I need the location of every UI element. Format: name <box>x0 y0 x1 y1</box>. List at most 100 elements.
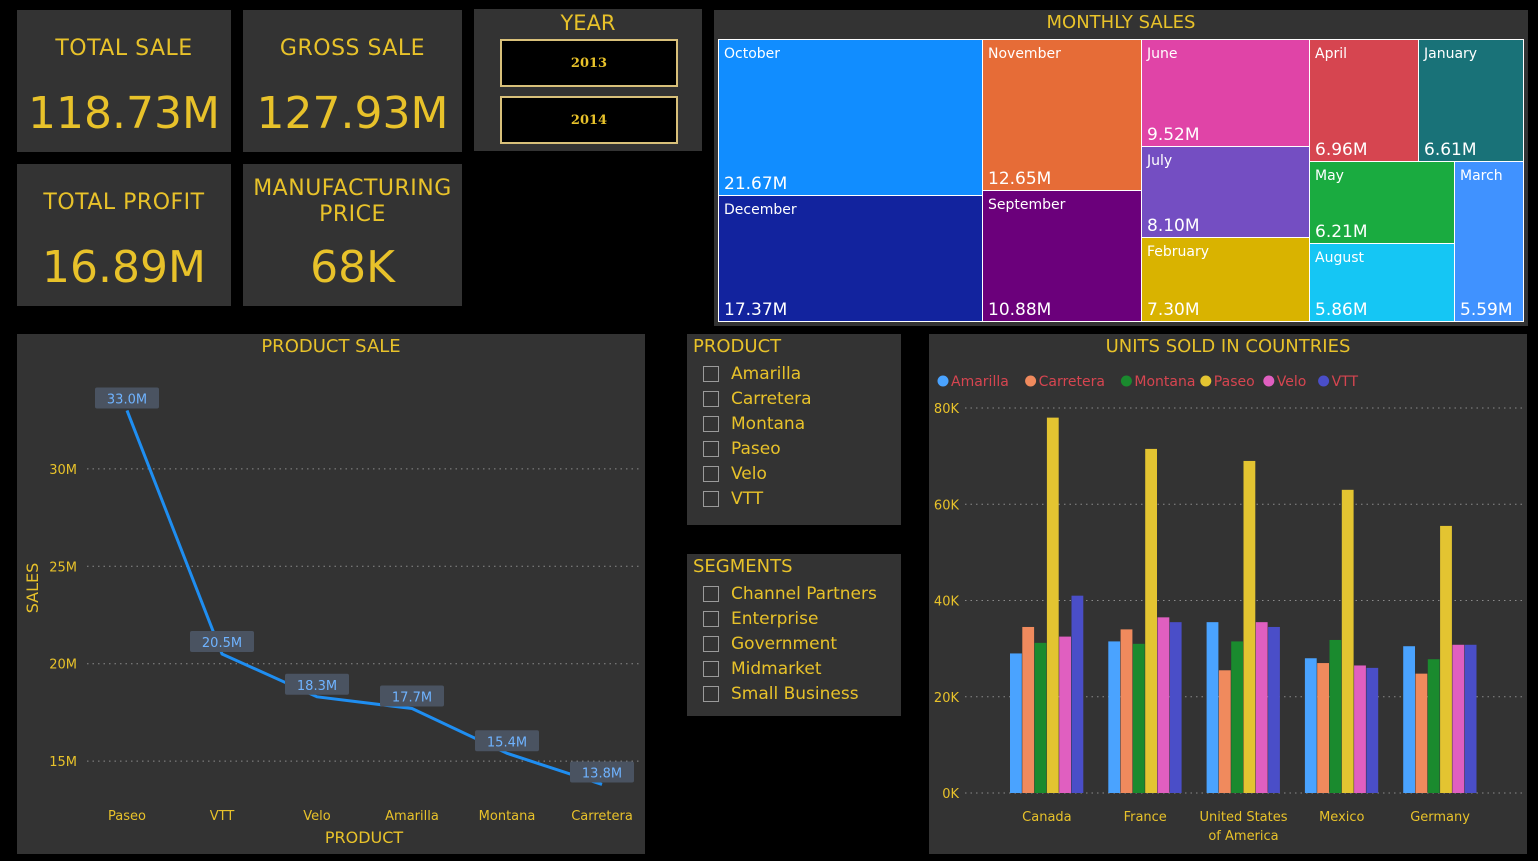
segment-option-midmarket[interactable]: Midmarket <box>703 659 822 679</box>
legend-label[interactable]: Paseo <box>1214 374 1255 390</box>
treemap-tile-october[interactable]: October 21.67M <box>718 39 983 196</box>
checkbox[interactable] <box>703 491 719 507</box>
bar[interactable] <box>1108 641 1121 793</box>
bar[interactable] <box>1403 646 1415 793</box>
tile-value: 8.10M <box>1147 216 1200 236</box>
legend-label[interactable]: Carretera <box>1039 374 1105 390</box>
product-option-velo[interactable]: Velo <box>703 464 767 484</box>
bar[interactable] <box>1132 643 1145 793</box>
bar[interactable] <box>1120 629 1133 793</box>
y-tick-label: 20M <box>49 658 77 673</box>
bar[interactable] <box>1059 636 1071 793</box>
bar[interactable] <box>1218 670 1231 793</box>
bar[interactable] <box>1304 658 1317 793</box>
y-tick-label: 0K <box>942 787 959 802</box>
treemap-tile-july[interactable]: July 8.10M <box>1141 146 1310 238</box>
legend-label[interactable]: Montana <box>1134 374 1195 390</box>
kpi-label: TOTAL PROFIT <box>43 190 205 215</box>
segment-option-enterprise[interactable]: Enterprise <box>703 609 818 629</box>
treemap-tile-august[interactable]: August 5.86M <box>1309 243 1455 322</box>
product-option-carretera[interactable]: Carretera <box>703 389 812 409</box>
bar[interactable] <box>1341 489 1354 793</box>
bar[interactable] <box>1464 644 1477 793</box>
checkbox[interactable] <box>703 366 719 382</box>
bar[interactable] <box>1329 639 1342 793</box>
bar[interactable] <box>1157 617 1170 793</box>
data-label: 13.8M <box>582 766 622 781</box>
bar[interactable] <box>1145 448 1157 793</box>
tile-value: 5.59M <box>1460 300 1513 320</box>
treemap-tile-may[interactable]: May 6.21M <box>1309 161 1455 244</box>
bar[interactable] <box>1255 622 1268 793</box>
y-tick-label: 80K <box>934 402 960 417</box>
segment-option-channel-partners[interactable]: Channel Partners <box>703 584 877 604</box>
product-sale-panel: PRODUCT SALE 15M 20M 25M 30M 33.0M 20.5M 18.3M… <box>17 334 645 854</box>
checkbox[interactable] <box>703 636 719 652</box>
product-option-paseo[interactable]: Paseo <box>703 439 781 459</box>
treemap-tile-november[interactable]: November 12.65M <box>982 39 1142 191</box>
bar[interactable] <box>1022 626 1035 793</box>
year-slicer: YEAR 2013 2014 <box>474 9 702 151</box>
bar[interactable] <box>1206 622 1219 793</box>
bar[interactable] <box>1268 626 1280 793</box>
product-option-vtt[interactable]: VTT <box>703 489 763 509</box>
kpi-card-gross-sale: GROSS SALE 127.93M <box>243 10 462 152</box>
bar[interactable] <box>1010 653 1022 793</box>
legend-label[interactable]: Velo <box>1277 374 1307 390</box>
checkbox[interactable] <box>703 466 719 482</box>
data-label: 20.5M <box>202 636 242 651</box>
data-label: 33.0M <box>107 392 147 407</box>
tile-value: 5.86M <box>1315 300 1368 320</box>
bar[interactable] <box>1034 642 1047 793</box>
units-sold-panel: UNITS SOLD IN COUNTRIES Amarilla Carreter… <box>929 334 1527 854</box>
bar[interactable] <box>1317 663 1329 793</box>
product-option-amarilla[interactable]: Amarilla <box>703 364 801 384</box>
tile-value: 9.52M <box>1147 125 1200 145</box>
bar[interactable] <box>1071 595 1084 793</box>
checkbox[interactable] <box>703 586 719 602</box>
legend-label[interactable]: VTT <box>1332 374 1359 390</box>
option-label: Amarilla <box>731 364 802 384</box>
treemap-tile-march[interactable]: March 5.59M <box>1454 161 1524 322</box>
segment-option-government[interactable]: Government <box>703 634 837 654</box>
x-tick-label: Germany <box>1410 810 1470 825</box>
checkbox[interactable] <box>703 686 719 702</box>
bar[interactable] <box>1366 667 1379 793</box>
treemap-tile-september[interactable]: September 10.88M <box>982 190 1142 322</box>
checkbox[interactable] <box>703 391 719 407</box>
option-label: VTT <box>731 489 764 509</box>
kpi-card-total-profit: TOTAL PROFIT 16.89M <box>17 164 231 306</box>
sales-line[interactable] <box>125 409 603 786</box>
treemap-tile-june[interactable]: June 9.52M <box>1141 39 1310 147</box>
x-tick-label: Paseo <box>108 809 146 824</box>
legend-label[interactable]: Amarilla <box>951 374 1009 390</box>
year-option-2013[interactable]: 2013 <box>500 39 678 87</box>
bar[interactable] <box>1415 673 1428 793</box>
checkbox[interactable] <box>703 416 719 432</box>
bar[interactable] <box>1452 644 1465 793</box>
product-slicer: PRODUCT Amarilla Carretera Montana Paseo… <box>687 334 901 525</box>
bar[interactable] <box>1440 525 1452 793</box>
x-tick-label: Montana <box>479 809 536 824</box>
treemap-tile-february[interactable]: February 7.30M <box>1141 237 1310 322</box>
bar[interactable] <box>1231 641 1243 793</box>
treemap-tile-january[interactable]: January 6.61M <box>1418 39 1524 162</box>
checkbox[interactable] <box>703 661 719 677</box>
x-tick-label: France <box>1124 810 1167 825</box>
bar[interactable] <box>1046 417 1059 793</box>
y-tick-label: 20K <box>934 691 960 706</box>
treemap-tile-april[interactable]: April 6.96M <box>1309 39 1419 162</box>
bar[interactable] <box>1243 460 1256 793</box>
checkbox[interactable] <box>703 611 719 627</box>
segment-option-small-business[interactable]: Small Business <box>703 684 859 704</box>
checkbox[interactable] <box>703 441 719 457</box>
legend-marker <box>1025 375 1037 387</box>
product-option-montana[interactable]: Montana <box>703 414 805 434</box>
year-option-2014[interactable]: 2014 <box>500 96 678 144</box>
kpi-label: TOTAL SALE <box>55 36 193 61</box>
bar[interactable] <box>1354 665 1366 793</box>
treemap-tile-december[interactable]: December 17.37M <box>718 195 983 322</box>
bar[interactable] <box>1169 622 1182 793</box>
x-tick-label: of America <box>1208 829 1278 844</box>
bar[interactable] <box>1427 659 1440 793</box>
